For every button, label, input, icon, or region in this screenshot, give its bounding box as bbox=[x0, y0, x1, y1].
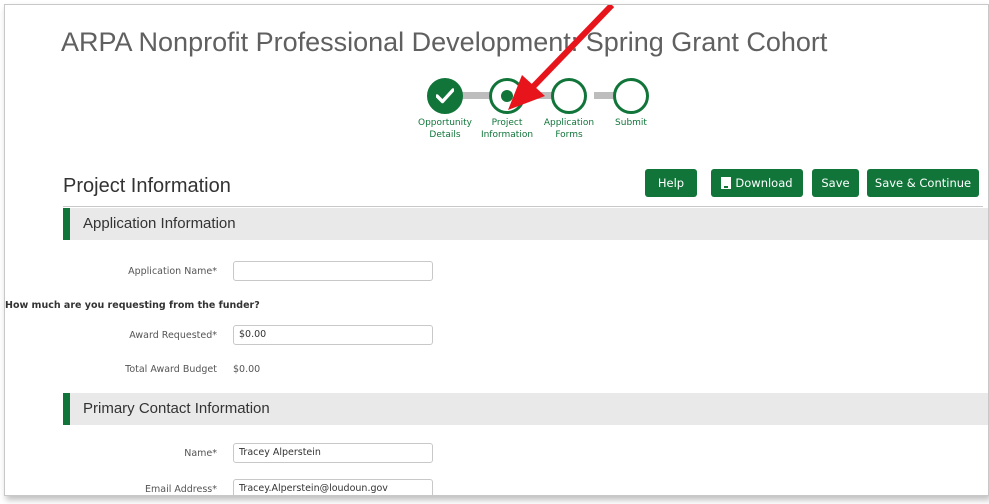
download-icon bbox=[721, 177, 732, 189]
contact-name-label: Name* bbox=[184, 448, 217, 459]
award-requested-label: Award Requested* bbox=[129, 330, 217, 341]
step-label-submit: Submit bbox=[615, 118, 647, 128]
step-label-application-forms: Application Forms bbox=[543, 118, 595, 140]
annotation-arrow-icon bbox=[508, 5, 615, 110]
total-award-budget-value: $0.00 bbox=[233, 364, 261, 375]
page-title: Project Information bbox=[63, 175, 231, 197]
checkmark-icon bbox=[436, 88, 454, 104]
step-label-project-information: Project Information bbox=[480, 118, 534, 140]
contact-email-label: Email Address* bbox=[145, 484, 217, 495]
application-name-input[interactable] bbox=[233, 261, 433, 281]
award-requested-input[interactable]: $0.00 bbox=[233, 325, 433, 345]
download-button[interactable]: Download bbox=[711, 169, 803, 197]
application-name-label: Application Name* bbox=[128, 266, 217, 277]
funding-question: How much are you requesting from the fun… bbox=[5, 300, 260, 311]
primary-contact-header: Primary Contact Information bbox=[63, 393, 988, 425]
application-information-header: Application Information bbox=[63, 208, 988, 240]
divider bbox=[63, 206, 983, 207]
application-window: ARPA Nonprofit Professional Development:… bbox=[4, 4, 989, 496]
contact-name-input[interactable]: Tracey Alperstein bbox=[233, 443, 433, 463]
contact-email-input[interactable]: Tracey.Alperstein@loudoun.gov bbox=[233, 479, 433, 495]
total-award-budget-label: Total Award Budget bbox=[125, 364, 217, 375]
step-opportunity-details[interactable] bbox=[427, 78, 463, 114]
opportunity-title: ARPA Nonprofit Professional Development:… bbox=[61, 27, 828, 57]
save-button[interactable]: Save bbox=[812, 169, 859, 197]
help-button[interactable]: Help bbox=[645, 169, 697, 197]
step-label-opportunity-details: Opportunity Details bbox=[417, 118, 472, 140]
save-continue-button[interactable]: Save & Continue bbox=[867, 169, 979, 197]
